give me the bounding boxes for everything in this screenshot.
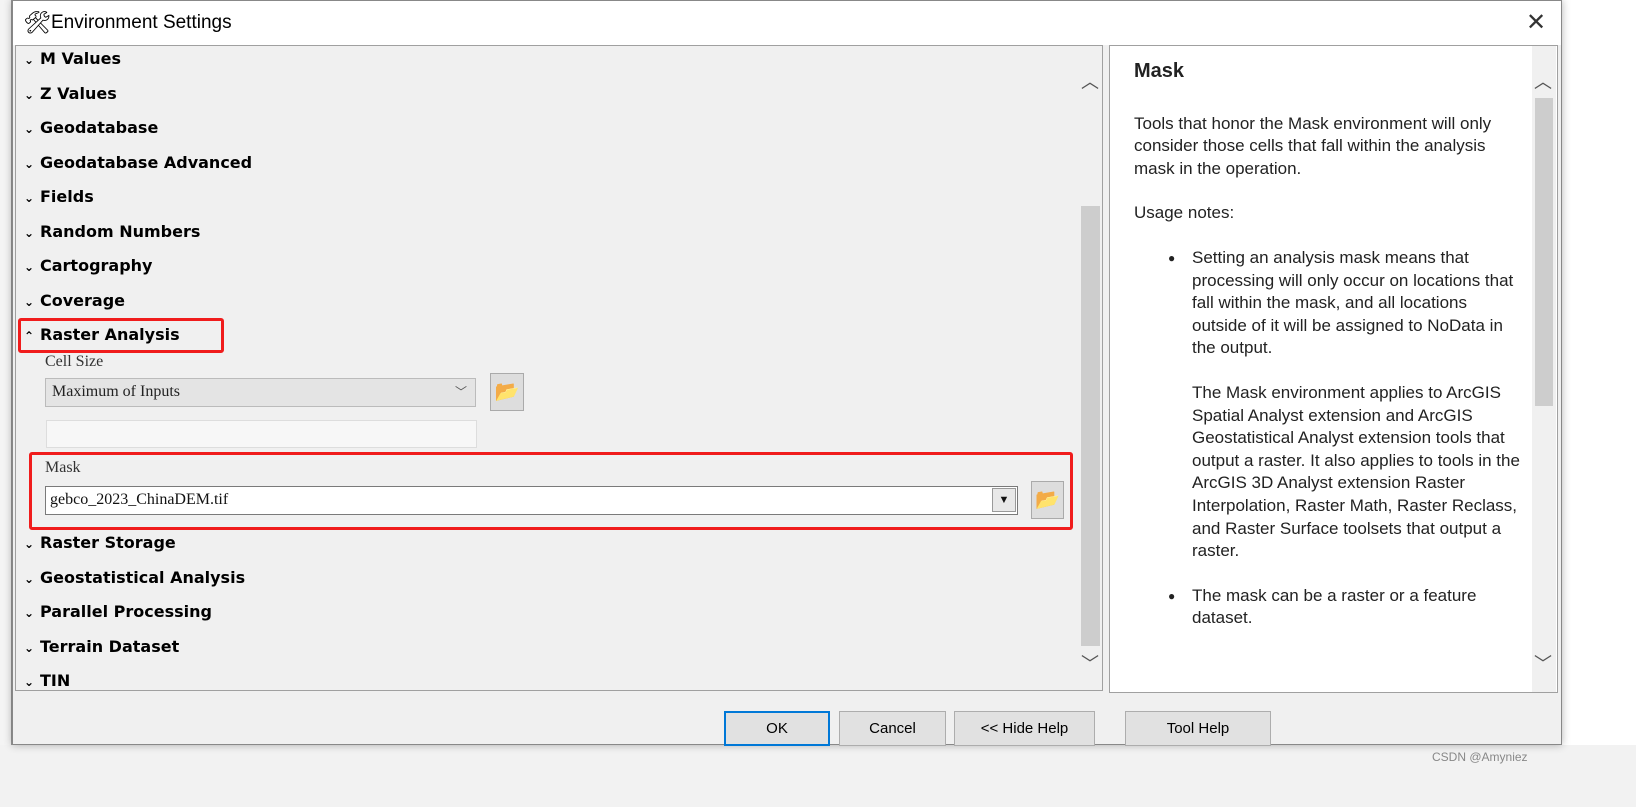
background-window: [0, 0, 12, 807]
dialog-title: Environment Settings: [51, 12, 232, 33]
mask-browse-button[interactable]: 📂: [1031, 481, 1064, 519]
chevron-double-down-icon: ⌄: [24, 571, 35, 586]
folder-icon: 📂: [1035, 489, 1060, 511]
help-title: Mask: [1134, 60, 1185, 82]
section-label: Cartography: [40, 256, 153, 275]
section-label: Geodatabase Advanced: [40, 152, 253, 172]
section-label: Geodatabase: [40, 118, 159, 137]
mask-label: Mask: [45, 459, 81, 476]
help-content: Mask Tools that honor the Mask environme…: [1134, 60, 1526, 652]
scroll-down-icon[interactable]: ﹀: [1532, 650, 1554, 676]
help-bullet: Setting an analysis mask means that proc…: [1168, 247, 1526, 563]
tool-help-button[interactable]: Tool Help: [1125, 711, 1271, 746]
chevron-double-down-icon: ⌄: [24, 640, 35, 655]
chevron-double-down-icon: ⌄: [24, 537, 35, 551]
settings-scrollbar[interactable]: ︿ ﹀: [1079, 46, 1102, 690]
scrollbar-thumb[interactable]: [1535, 98, 1553, 406]
help-bullets: Setting an analysis mask means that proc…: [1134, 247, 1526, 630]
title-bar: 🛠 Environment Settings ✕: [13, 1, 1561, 45]
tools-icon: 🛠: [23, 10, 51, 35]
chevron-double-down-icon: ⌄: [24, 191, 35, 205]
help-bullet: The mask can be a raster or a feature da…: [1168, 585, 1526, 630]
cell-size-browse-button[interactable]: 📂: [490, 373, 524, 411]
section-label: Fields: [40, 187, 94, 206]
section-raster-storage[interactable]: ⌄ Raster Storage: [24, 532, 176, 554]
help-scrollbar[interactable]: ︿ ﹀: [1532, 46, 1556, 692]
section-label: Z Values: [40, 83, 117, 103]
help-panel: Mask Tools that honor the Mask environme…: [1109, 45, 1558, 693]
section-label: Random Numbers: [40, 221, 201, 241]
mask-value: gebco_2023_ChinaDEM.tif: [50, 491, 229, 508]
scroll-down-icon[interactable]: ﹀: [1079, 650, 1101, 676]
mask-input[interactable]: gebco_2023_ChinaDEM.tif ▼: [45, 486, 1018, 515]
scrollbar-thumb[interactable]: [1081, 206, 1100, 646]
section-fields[interactable]: ⌄ Fields: [24, 186, 94, 208]
chevron-double-down-icon: ⌄: [24, 53, 35, 67]
chevron-double-down-icon: ⌄: [24, 156, 35, 171]
settings-panel: ⌄ M Values ⌄ Z Values ⌄ Geodatabase ⌄ Geodataba…: [15, 45, 1103, 691]
section-geostatistical-analysis[interactable]: ⌄ Geostatistical Analysis: [24, 567, 245, 589]
cell-size-value: Maximum of Inputs: [52, 383, 180, 400]
section-label: Geostatistical Analysis: [40, 567, 246, 587]
environment-settings-dialog: 🛠 Environment Settings ✕ ⌄ M Values ⌄ Z Val…: [12, 0, 1562, 746]
section-geodatabase-advanced[interactable]: ⌄ Geodatabase Advanced: [24, 152, 252, 174]
section-m-values[interactable]: ⌄ M Values: [24, 48, 121, 70]
chevron-double-down-icon: ⌄: [24, 87, 35, 102]
help-usage-heading: Usage notes:: [1134, 203, 1235, 223]
background-bottom: [0, 745, 1636, 807]
scroll-up-icon[interactable]: ︿: [1079, 68, 1101, 94]
raster-analysis-highlight: [18, 318, 224, 353]
chevron-double-down-icon: ⌄: [24, 675, 35, 689]
cancel-button[interactable]: Cancel: [839, 711, 946, 746]
section-cartography[interactable]: ⌄ Cartography: [24, 255, 152, 277]
mask-dropdown-button[interactable]: ▼: [992, 488, 1016, 512]
section-label: Coverage: [40, 290, 126, 310]
ok-button[interactable]: OK: [724, 711, 830, 746]
section-label: Raster Storage: [40, 533, 176, 552]
bullet-text: The mask can be a raster or a feature da…: [1192, 585, 1477, 628]
section-label: Parallel Processing: [40, 602, 212, 621]
bullet-extra: The Mask environment applies to ArcGIS S…: [1192, 382, 1520, 561]
section-geodatabase[interactable]: ⌄ Geodatabase: [24, 117, 158, 139]
watermark: CSDN @Amyniez: [1432, 750, 1528, 764]
cell-size-dropdown[interactable]: Maximum of Inputs ﹀: [45, 378, 476, 407]
scroll-up-icon[interactable]: ︿: [1532, 68, 1554, 94]
section-label: Terrain Dataset: [40, 636, 180, 656]
background-window-right: [1562, 0, 1636, 807]
cell-size-value-field[interactable]: [46, 420, 477, 448]
chevron-double-down-icon: ⌄: [24, 225, 35, 240]
folder-icon: 📂: [494, 381, 520, 403]
cell-size-label: Cell Size: [45, 353, 104, 370]
chevron-double-down-icon: ⌄: [24, 122, 35, 136]
close-button[interactable]: ✕: [1518, 7, 1554, 39]
chevron-double-down-icon: ⌄: [24, 606, 35, 620]
section-terrain-dataset[interactable]: ⌄ Terrain Dataset: [24, 636, 179, 658]
section-label: TIN: [40, 671, 71, 690]
chevron-double-down-icon: ⌄: [24, 294, 35, 309]
section-label: M Values: [40, 49, 122, 68]
chevron-down-icon: ﹀: [454, 385, 467, 399]
bullet-text: Setting an analysis mask means that proc…: [1192, 247, 1514, 358]
section-z-values[interactable]: ⌄ Z Values: [24, 83, 117, 105]
section-parallel-processing[interactable]: ⌄ Parallel Processing: [24, 601, 212, 623]
section-tin[interactable]: ⌄ TIN: [24, 670, 71, 690]
chevron-double-down-icon: ⌄: [24, 260, 35, 274]
hide-help-button[interactable]: << Hide Help: [954, 711, 1095, 746]
section-coverage[interactable]: ⌄ Coverage: [24, 290, 125, 312]
section-random-numbers[interactable]: ⌄ Random Numbers: [24, 221, 200, 243]
help-intro: Tools that honor the Mask environment wi…: [1134, 113, 1492, 178]
